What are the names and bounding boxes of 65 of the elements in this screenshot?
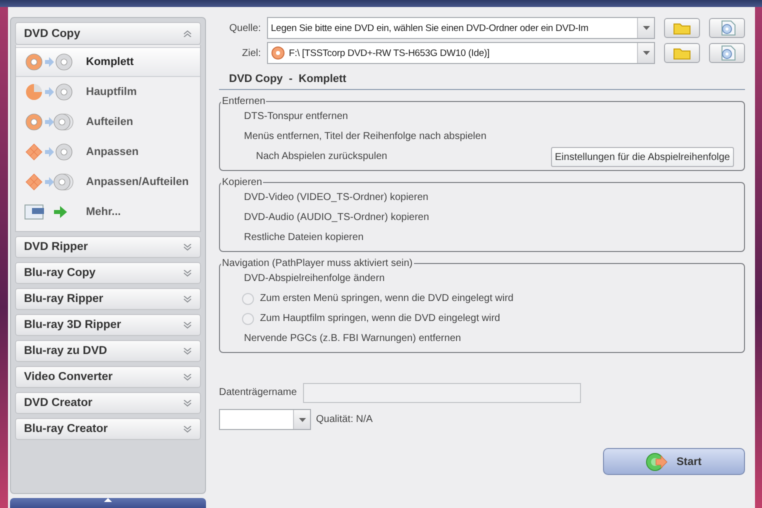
mode-item[interactable]: Anpassen	[16, 137, 200, 167]
path-dropdown[interactable]: Legen Sie bitte eine DVD ein, wählen Sie einen DVD-Ordner oder ein DVD-Im	[266, 17, 656, 39]
volume-name-field[interactable]	[302, 383, 581, 403]
group-title: Entfernen	[221, 96, 266, 107]
field-label: Quelle:	[228, 22, 261, 34]
mode-item[interactable]: Anpassen/Aufteilen	[16, 167, 200, 197]
caret-icon	[298, 418, 306, 422]
browse-folder-button[interactable]	[664, 43, 700, 63]
option-label[interactable]: DVD-Video (VIDEO_TS-Ordner) kopieren	[244, 188, 734, 208]
section-header[interactable]: Blu-ray 3D Ripper	[15, 314, 201, 336]
option-label[interactable]: DVD-Abspielreihenfolge ändern	[244, 269, 734, 289]
up-arrow-icon	[104, 498, 112, 502]
disc-image-button[interactable]	[709, 18, 746, 38]
expand-chevron-icon	[183, 270, 192, 276]
expand-chevron-icon	[183, 374, 192, 380]
expand-chevron-icon	[183, 400, 192, 406]
section-header[interactable]: Blu-ray Ripper	[15, 288, 201, 310]
field-label: Datenträgername	[219, 386, 297, 400]
option-label[interactable]: Menüs entfernen, Titel der Reihenfolge nach abspielen	[244, 127, 734, 147]
section-header[interactable]: Blu-ray Copy	[15, 262, 201, 284]
expand-handle[interactable]	[10, 498, 206, 508]
expand-chevron-icon	[183, 348, 192, 354]
mode-item[interactable]: Komplett	[16, 47, 200, 77]
folder-icon	[673, 46, 692, 60]
mode-item[interactable]: Hauptfilm	[16, 77, 200, 107]
expand-chevron-icon	[183, 296, 192, 302]
section-header[interactable]: Blu-ray Creator	[15, 418, 201, 440]
section-header[interactable]: DVD Ripper	[15, 236, 201, 258]
collapse-chevron-icon	[183, 30, 192, 37]
option-label[interactable]: DVD-Audio (AUDIO_TS-Ordner) kopieren	[244, 208, 734, 228]
field-label: Ziel:	[241, 48, 261, 58]
expand-chevron-icon	[183, 426, 192, 432]
section-header[interactable]: DVD Creator	[15, 392, 201, 414]
disc-icon	[270, 46, 285, 60]
option-label[interactable]: Zum Hauptfilm springen, wenn die DVD eingelegt wird	[260, 309, 500, 329]
group-title: Navigation (PathPlayer muss aktiviert sein)	[221, 258, 414, 269]
expand-chevron-icon	[183, 322, 192, 328]
option-label[interactable]: DTS-Tonspur entfernen	[244, 107, 734, 127]
quality-dropdown[interactable]	[219, 409, 311, 430]
section-header[interactable]: Video Converter	[15, 366, 201, 388]
folder-icon	[673, 21, 692, 35]
option-label[interactable]: Nach Abspielen zurückspulen	[256, 147, 388, 167]
group-title: Kopieren	[221, 177, 264, 188]
radio-button[interactable]	[242, 293, 254, 305]
disc-copy-icon	[24, 172, 76, 192]
disc-copy-icon	[24, 112, 76, 132]
quality-label: Qualität: N/A	[316, 412, 373, 426]
caret-icon	[642, 26, 650, 30]
start-icon	[646, 452, 668, 472]
radio-button[interactable]	[242, 313, 254, 325]
option-label[interactable]: Restliche Dateien kopieren	[244, 228, 734, 248]
mode-title: DVD Copy - Komplett	[219, 67, 745, 90]
disc-image-button[interactable]	[709, 43, 746, 63]
mode-item[interactable]: Mehr...	[16, 197, 200, 227]
option-label[interactable]: Nervende PGCs (z.B. FBI Warnungen) entfernen	[244, 329, 734, 349]
section-header[interactable]: Blu-ray zu DVD	[15, 340, 201, 362]
settings-button[interactable]: Einstellungen für die Abspielreihenfolge	[550, 147, 734, 167]
expand-chevron-icon	[183, 244, 192, 250]
caret-icon	[642, 51, 650, 55]
start-button[interactable]: Start	[603, 448, 745, 475]
mode-item[interactable]: Aufteilen	[16, 107, 200, 137]
option-label[interactable]: Zum ersten Menü springen, wenn die DVD eingelegt wird	[260, 289, 514, 309]
path-dropdown[interactable]: F:\ [TSSTcorp DVD+-RW TS-H653G DW10 (Ide)]	[266, 42, 656, 64]
browse-folder-button[interactable]	[664, 18, 700, 38]
section-header[interactable]: DVD Copy	[15, 22, 201, 45]
